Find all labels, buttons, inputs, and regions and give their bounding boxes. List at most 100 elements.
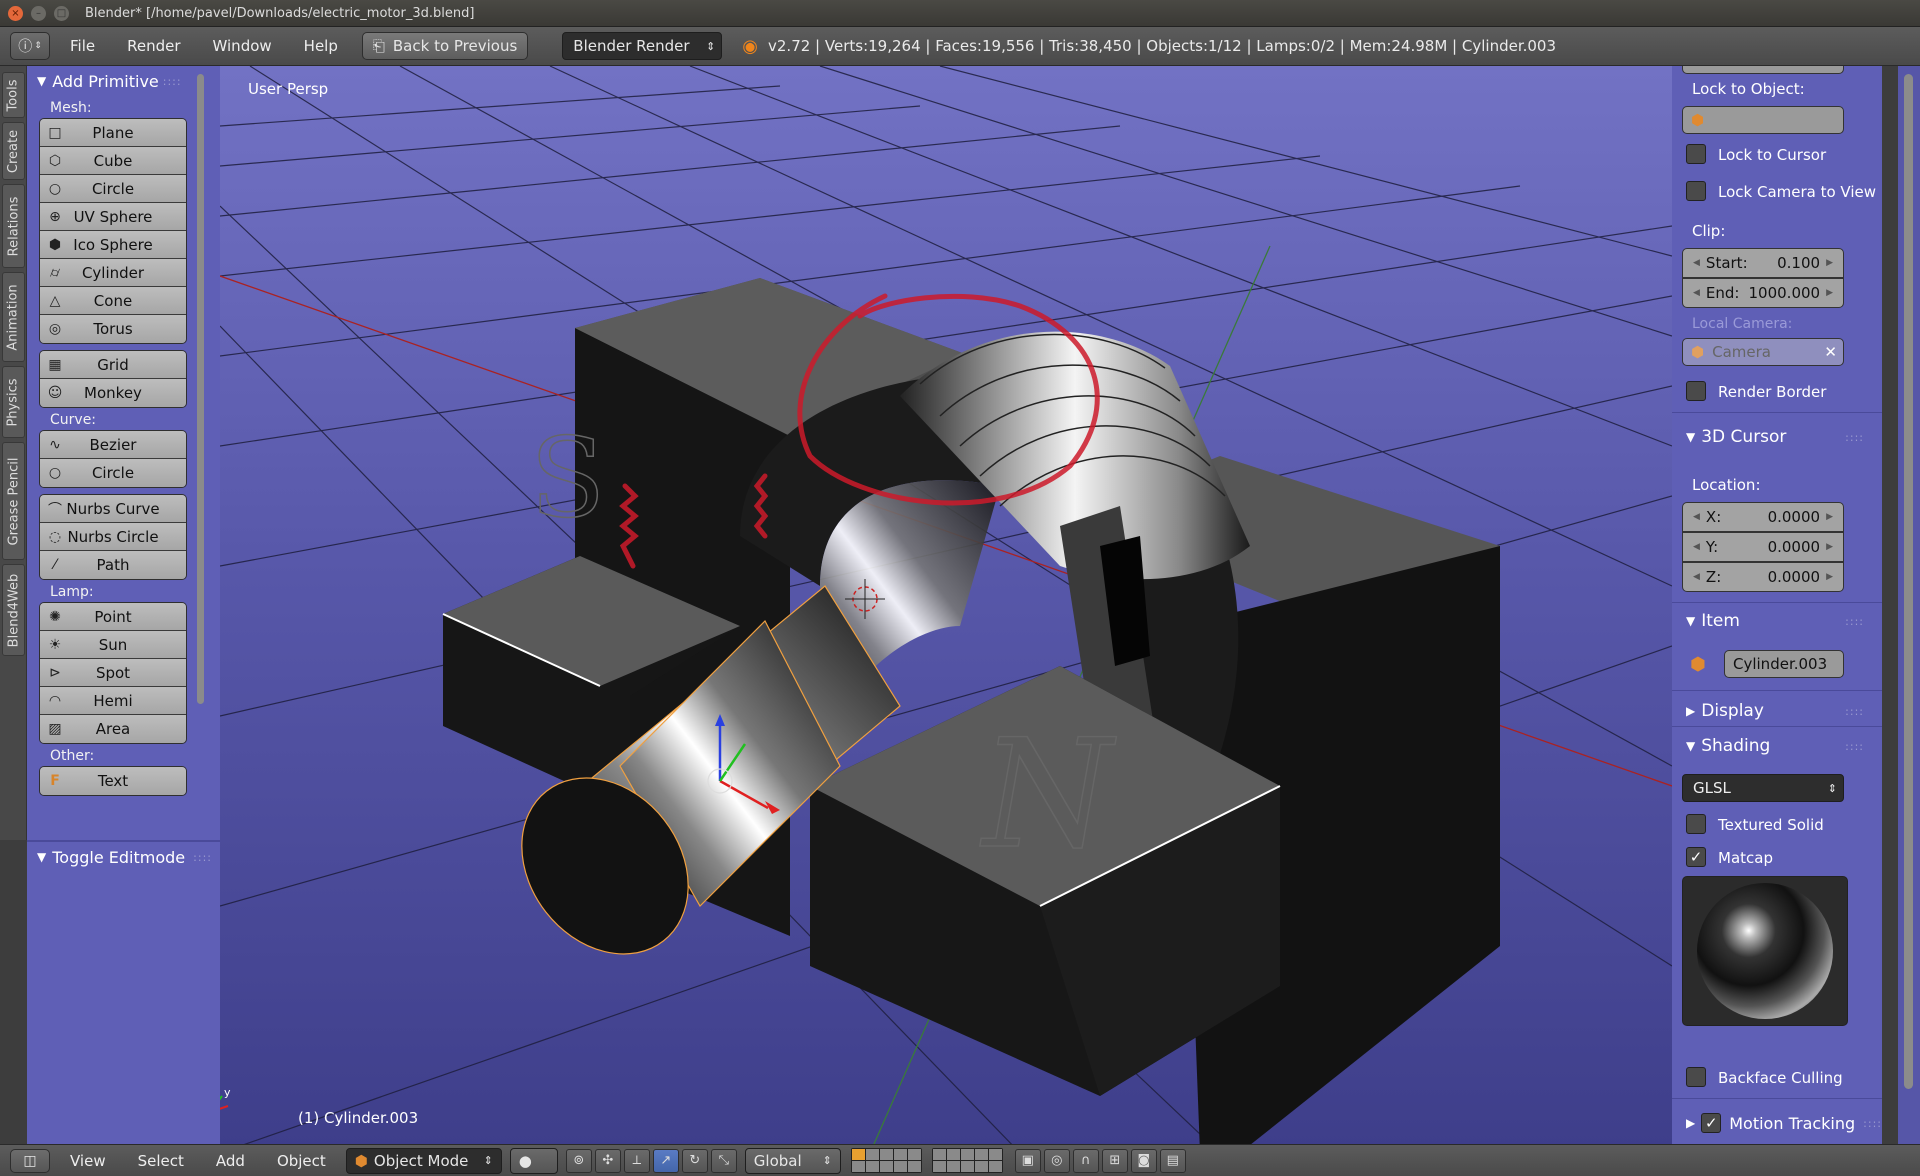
object-name-field[interactable]: Cylinder.003: [1724, 650, 1844, 678]
decrement-arrow-icon[interactable]: ◀: [1693, 288, 1700, 298]
menu-file[interactable]: File: [64, 35, 101, 57]
add-curve-bezier-button[interactable]: ∿ Bezier: [40, 431, 186, 459]
drag-grip-icon[interactable]: ::::: [1863, 1117, 1882, 1130]
increment-arrow-icon[interactable]: ▶: [1826, 288, 1833, 298]
lock-camera-to-view-checkbox[interactable]: [1686, 181, 1706, 201]
toggle-editmode-header[interactable]: ▼ Toggle Editmode ::::: [27, 842, 220, 872]
drag-grip-icon[interactable]: ::::: [1845, 615, 1864, 628]
add-curve-circle-button[interactable]: ○ Circle: [40, 459, 186, 487]
add-point-lamp-button[interactable]: ✺ Point: [40, 603, 186, 631]
back-to-previous-button[interactable]: ⎗ Back to Previous: [361, 32, 529, 60]
drag-grip-icon[interactable]: ::::: [1845, 740, 1864, 753]
cursor-location-y-field[interactable]: ◀ Y: 0.0000 ▶: [1682, 532, 1844, 562]
add-spot-lamp-button[interactable]: ⊳ Spot: [40, 659, 186, 687]
add-sun-lamp-button[interactable]: ☀ Sun: [40, 631, 186, 659]
increment-arrow-icon[interactable]: ▶: [1826, 258, 1833, 268]
drag-grip-icon[interactable]: ::::: [1845, 705, 1864, 718]
render-animation-button[interactable]: ▤: [1159, 1148, 1186, 1173]
render-opengl-button[interactable]: ◙: [1130, 1148, 1157, 1173]
menu-render[interactable]: Render: [121, 35, 186, 57]
viewport-shading-select[interactable]: ●: [509, 1147, 558, 1174]
add-cube-button[interactable]: ⬡ Cube: [40, 147, 186, 175]
cursor-location-x-field[interactable]: ◀ X: 0.0000 ▶: [1682, 502, 1844, 532]
add-cone-button[interactable]: △ Cone: [40, 287, 186, 315]
menu-help[interactable]: Help: [298, 35, 344, 57]
local-camera-field[interactable]: ⬢ Camera ✕: [1682, 338, 1844, 366]
add-curve-nurbs-circle-button[interactable]: ◌ Nurbs Circle: [40, 523, 186, 551]
manipulator-toggle[interactable]: ✣: [594, 1148, 621, 1173]
3d-cursor-panel-header[interactable]: ▼ 3D Cursor ::::: [1686, 424, 1872, 450]
add-area-lamp-button[interactable]: ▨ Area: [40, 715, 186, 743]
decrement-arrow-icon[interactable]: ◀: [1693, 542, 1700, 552]
add-cylinder-button[interactable]: ⌭ Cylinder: [40, 259, 186, 287]
tab-animation[interactable]: Animation: [2, 272, 25, 362]
add-curve-nurbs-curve-button[interactable]: ⌒ Nurbs Curve: [40, 495, 186, 523]
matcap-preview[interactable]: [1682, 876, 1848, 1026]
add-primitive-panel-header[interactable]: ▼ Add Primitive ::::: [27, 66, 220, 96]
layer-grid-2[interactable]: [931, 1148, 1003, 1173]
add-curve-path-button[interactable]: ⁄ Path: [40, 551, 186, 579]
window-maximize-button[interactable]: □: [54, 5, 69, 21]
shading-panel-header[interactable]: ▼ Shading ::::: [1686, 733, 1872, 759]
render-border-checkbox[interactable]: [1686, 381, 1706, 401]
viewport-scene[interactable]: S N z y: [220, 66, 1672, 1153]
add-plane-button[interactable]: □ Plane: [40, 119, 186, 147]
window-minimize-button[interactable]: –: [31, 5, 46, 21]
tab-blend4web[interactable]: Blend4Web: [2, 564, 25, 656]
menu-window[interactable]: Window: [207, 35, 278, 57]
display-panel-header[interactable]: ▶ Display ::::: [1686, 698, 1872, 724]
render-engine-select[interactable]: Blender Render ⇕: [562, 32, 723, 60]
add-circle-button[interactable]: ○ Circle: [40, 175, 186, 203]
snap-toggle-button[interactable]: ∩: [1072, 1148, 1099, 1173]
add-uv-sphere-button[interactable]: ⊕ UV Sphere: [40, 203, 186, 231]
transform-orientation-select[interactable]: Global ⇕: [744, 1147, 841, 1174]
item-panel-header[interactable]: ▼ Item ::::: [1686, 608, 1872, 634]
scale-mode-button[interactable]: ⤡: [710, 1148, 737, 1173]
3d-viewport[interactable]: S N z y User Persp (1) Cylinder.003: [220, 66, 1672, 1153]
translate-mode-button[interactable]: ↗: [652, 1148, 679, 1173]
decrement-arrow-icon[interactable]: ◀: [1693, 258, 1700, 268]
textured-solid-checkbox[interactable]: [1686, 814, 1706, 834]
tab-grease-pencil[interactable]: Grease Pencil: [2, 442, 25, 560]
scrollbar-thumb[interactable]: [1904, 74, 1913, 1089]
increment-arrow-icon[interactable]: ▶: [1826, 572, 1833, 582]
pivot-point-button[interactable]: ⊚: [565, 1148, 592, 1173]
clip-start-field[interactable]: ◀ Start: 0.100 ▶: [1682, 248, 1844, 278]
lock-to-object-field[interactable]: ⬢: [1682, 106, 1844, 134]
drag-grip-icon[interactable]: ::::: [163, 75, 182, 88]
menu-view[interactable]: View: [64, 1150, 112, 1172]
tab-create[interactable]: Create: [2, 122, 25, 180]
clear-field-icon[interactable]: ✕: [1824, 343, 1837, 361]
proportional-edit-button[interactable]: ◎: [1043, 1148, 1070, 1173]
increment-arrow-icon[interactable]: ▶: [1826, 542, 1833, 552]
top-partial-field[interactable]: [1682, 66, 1844, 74]
tab-physics[interactable]: Physics: [2, 366, 25, 438]
translate-manipulator[interactable]: ⟂: [623, 1148, 650, 1173]
decrement-arrow-icon[interactable]: ◀: [1693, 572, 1700, 582]
snap-element-button[interactable]: ⊞: [1101, 1148, 1128, 1173]
decrement-arrow-icon[interactable]: ◀: [1693, 512, 1700, 522]
cursor-location-z-field[interactable]: ◀ Z: 0.0000 ▶: [1682, 562, 1844, 592]
add-text-button[interactable]: F Text: [40, 767, 186, 795]
add-monkey-button[interactable]: ☺ Monkey: [40, 379, 186, 407]
window-close-button[interactable]: ×: [8, 5, 23, 21]
lock-layers-button[interactable]: ▣: [1014, 1148, 1041, 1173]
motion-tracking-checkbox[interactable]: ✓: [1701, 1113, 1722, 1133]
tool-shelf-scrollbar[interactable]: [197, 74, 204, 704]
backface-culling-checkbox[interactable]: [1686, 1067, 1706, 1087]
properties-scrollbar[interactable]: [1898, 66, 1920, 1153]
drag-grip-icon[interactable]: ::::: [1845, 431, 1864, 444]
add-torus-button[interactable]: ◎ Torus: [40, 315, 186, 343]
menu-add[interactable]: Add: [210, 1150, 251, 1172]
layer-grid-1[interactable]: [850, 1148, 922, 1173]
clip-end-field[interactable]: ◀ End: 1000.000 ▶: [1682, 278, 1844, 308]
editor-type-button[interactable]: ◫: [10, 1148, 50, 1173]
menu-select[interactable]: Select: [132, 1150, 190, 1172]
add-grid-button[interactable]: ▦ Grid: [40, 351, 186, 379]
editor-type-button[interactable]: ⓘ ⇕: [10, 32, 50, 60]
tab-tools[interactable]: Tools: [2, 72, 25, 118]
increment-arrow-icon[interactable]: ▶: [1826, 512, 1833, 522]
rotate-mode-button[interactable]: ↻: [681, 1148, 708, 1173]
matcap-checkbox[interactable]: ✓: [1686, 847, 1706, 867]
tab-relations[interactable]: Relations: [2, 184, 25, 268]
